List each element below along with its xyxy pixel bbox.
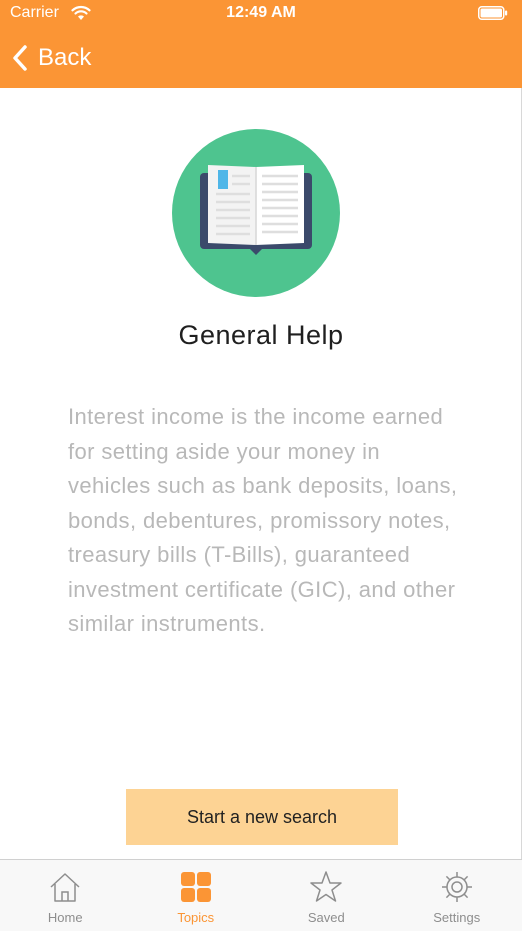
- tab-topics-label: Topics: [177, 910, 214, 925]
- navigation-bar: Back: [0, 28, 522, 88]
- start-new-search-button[interactable]: Start a new search: [126, 789, 398, 845]
- tab-topics[interactable]: Topics: [131, 860, 262, 931]
- back-button[interactable]: Back: [12, 40, 91, 76]
- tab-bar: Home Topics Saved: [0, 859, 522, 931]
- tab-settings[interactable]: Settings: [392, 860, 522, 931]
- tab-saved-label: Saved: [308, 910, 345, 925]
- home-icon: [48, 870, 82, 904]
- battery-icon: [478, 6, 508, 20]
- gear-icon: [440, 870, 474, 904]
- back-label: Back: [38, 44, 91, 72]
- tab-home-label: Home: [48, 910, 83, 925]
- star-icon: [309, 870, 343, 904]
- help-description: Interest income is the income earned for…: [68, 400, 468, 642]
- status-time: 12:49 AM: [0, 4, 522, 22]
- tab-settings-label: Settings: [433, 910, 480, 925]
- book-icon: [172, 129, 340, 297]
- tab-home[interactable]: Home: [0, 860, 131, 931]
- grid-icon: [179, 870, 213, 904]
- page-title: General Help: [0, 320, 522, 351]
- status-bar: Carrier 12:49 AM: [0, 0, 522, 28]
- top-header: Carrier 12:49 AM Back: [0, 0, 522, 88]
- tab-saved[interactable]: Saved: [261, 860, 392, 931]
- chevron-left-icon: [12, 44, 28, 72]
